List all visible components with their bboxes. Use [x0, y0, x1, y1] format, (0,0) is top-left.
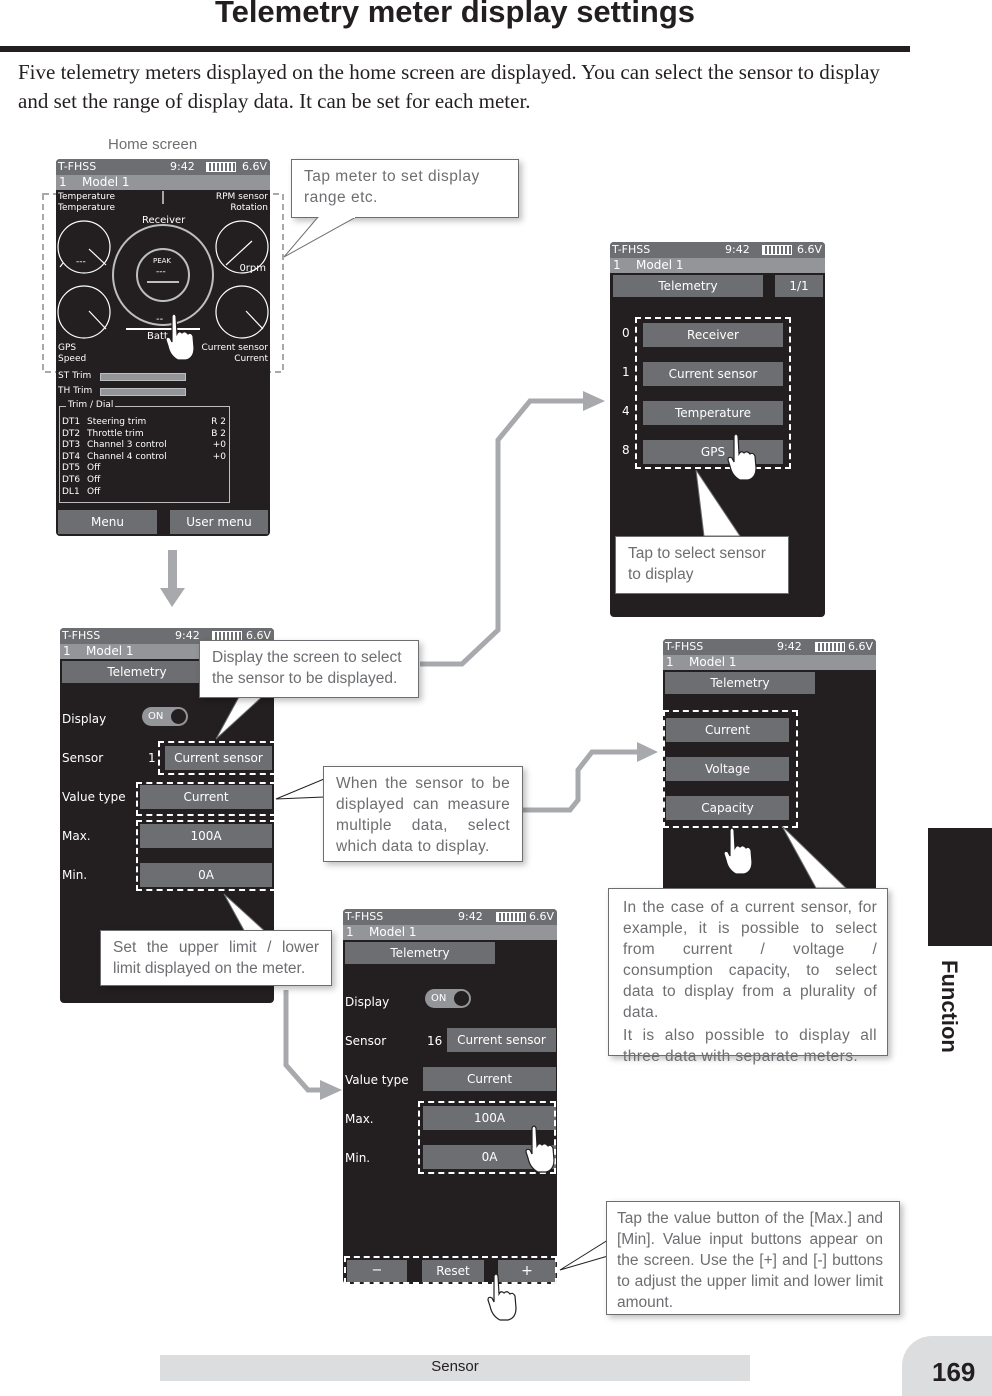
trim-dial-row: DT2 Throttle trim B 2 [62, 428, 226, 439]
callout-limits: Set the upper limit / lower limit displa… [100, 930, 332, 986]
meter-br-sensor: Current sensor [201, 343, 269, 353]
st-trim-label: ST Trim [58, 371, 92, 381]
page-number: 169 [932, 1357, 976, 1387]
min-label: Min. [345, 1151, 371, 1165]
callout-tap-select-sensor: Tap to select sensor to display [615, 536, 789, 594]
display-toggle[interactable]: ON [142, 707, 188, 726]
sensor-slot: 4 [622, 404, 630, 418]
sensor-slot: 8 [622, 443, 630, 457]
section-tab[interactable] [928, 828, 992, 946]
tab-telemetry[interactable]: Telemetry [665, 672, 815, 694]
value-type-label: Value type [345, 1073, 409, 1087]
arrow-settings-to-value-input [283, 990, 342, 1100]
peak-label: PEAK [153, 257, 172, 265]
sensor-slot: 1 [622, 365, 630, 379]
value-type-label: Value type [62, 790, 126, 804]
arrow-home-to-settings [160, 550, 185, 607]
battery-icon [496, 912, 526, 922]
sensor-slot: 1 [148, 751, 156, 765]
model-bar[interactable]: 1 Model 1 [610, 258, 825, 273]
model-bar[interactable]: 1 Model 1 [343, 925, 557, 940]
limits-highlight [136, 820, 274, 891]
meter-bl-sensor: GPS [58, 343, 77, 353]
trim-dial-row: DT6 Off [62, 474, 101, 485]
display-label: Display [62, 712, 107, 726]
callout-display-screen: Display the screen to select the sensor … [199, 640, 419, 698]
footer-section-label: Sensor [160, 1355, 750, 1381]
callout-multiple-data: When the sensor to be displayed can meas… [323, 766, 523, 862]
th-trim-label: TH Trim [58, 386, 93, 396]
sensor-slot: 0 [622, 326, 630, 340]
tab-telemetry[interactable]: Telemetry [613, 275, 763, 297]
tap-hand-icon [723, 827, 753, 875]
callout-pointer [283, 217, 358, 258]
meter-bottom-left [57, 285, 111, 339]
min-label: Min. [62, 868, 88, 882]
tab-telemetry[interactable]: Telemetry [62, 661, 212, 683]
battery-icon [815, 642, 845, 652]
meter-tr-value: 0rpm [239, 263, 266, 274]
meter-tl-value: --- [76, 257, 86, 267]
trim-dial-row: DT5 Off [62, 463, 101, 474]
arrow-settings-to-sensor-list [420, 391, 605, 667]
sensor-label: Sensor [345, 1034, 387, 1048]
toggle-knob [453, 990, 470, 1007]
user-menu-button[interactable]: User menu [170, 510, 268, 534]
arrow-settings-to-value-type [522, 742, 658, 813]
value-type-button[interactable]: Current [423, 1067, 556, 1091]
trim-dial-row: DL1 Off [62, 486, 101, 497]
trim-dial-row: DT1 Steering trim R 2 [62, 417, 226, 427]
max-label: Max. [62, 829, 91, 843]
meter-bl-type: Speed [58, 354, 87, 364]
trim-dial-list: DT1 Steering trim R 2 DT2 Throttle trim B 2 … [62, 417, 226, 498]
callout-pointer [275, 778, 325, 800]
status-bar: T-FHSS 9:42 6.6V [343, 909, 557, 925]
model-bar[interactable]: 1 Model 1 [663, 655, 876, 670]
tab-telemetry[interactable]: Telemetry [345, 942, 495, 964]
toggle-knob [170, 708, 187, 725]
value-type-highlight [136, 782, 274, 816]
home-screen: T-FHSS 9:42 6.6V 1 Model 1 Temperature T… [56, 159, 270, 536]
display-toggle[interactable]: ON [425, 989, 471, 1008]
menu-button[interactable]: Menu [58, 510, 157, 534]
value-buttons-highlight [344, 1256, 557, 1284]
trim-dial-title: Trim / Dial [66, 400, 116, 410]
value-options-highlight [663, 710, 798, 828]
display-label: Display [345, 995, 390, 1009]
sensor-label: Sensor [62, 751, 104, 765]
section-tab-label: Function [937, 960, 962, 1053]
meter-center-value: -- [156, 314, 164, 325]
sensor-slot: 16 [427, 1034, 443, 1048]
callout-pointer [215, 695, 265, 740]
callout-tap-meter: Tap meter to set display range etc. [291, 159, 519, 218]
meter-br-type: Current [234, 354, 268, 364]
callout-pointer [781, 826, 848, 889]
st-trim-bar [100, 373, 186, 381]
peak-value: --- [156, 267, 166, 277]
max-label: Max. [345, 1112, 374, 1126]
page-indicator[interactable]: 1/1 [775, 275, 823, 297]
sensor-highlight [158, 741, 274, 775]
sensor-list-highlight [635, 317, 791, 469]
sensor-select-button[interactable]: Current sensor [447, 1028, 556, 1052]
meter-bottom-right [215, 285, 269, 339]
tap-hand-icon [525, 1125, 555, 1173]
th-trim-bar [100, 388, 186, 396]
trim-dial-row: DT3 Channel 3 control +0 [62, 440, 226, 451]
value-input-screen: T-FHSS 9:42 6.6V 1 Model 1 Telemetry Dis… [343, 909, 557, 1284]
callout-pointer [559, 1239, 609, 1271]
callout-pointer [695, 470, 741, 537]
trim-dial-row: DT4 Channel 4 control +0 [62, 451, 226, 462]
tap-hand-icon [487, 1273, 517, 1321]
status-bar: T-FHSS 9:42 6.6V [663, 639, 876, 655]
battery-icon [762, 245, 792, 255]
status-bar: T-FHSS 9:42 6.6V [610, 242, 825, 258]
callout-current-sensor-example: In the case of a current sensor, for exa… [608, 888, 888, 1065]
callout-value-buttons: Tap the value button of the [Max.] and [… [606, 1201, 900, 1315]
tap-hand-icon [165, 313, 195, 361]
